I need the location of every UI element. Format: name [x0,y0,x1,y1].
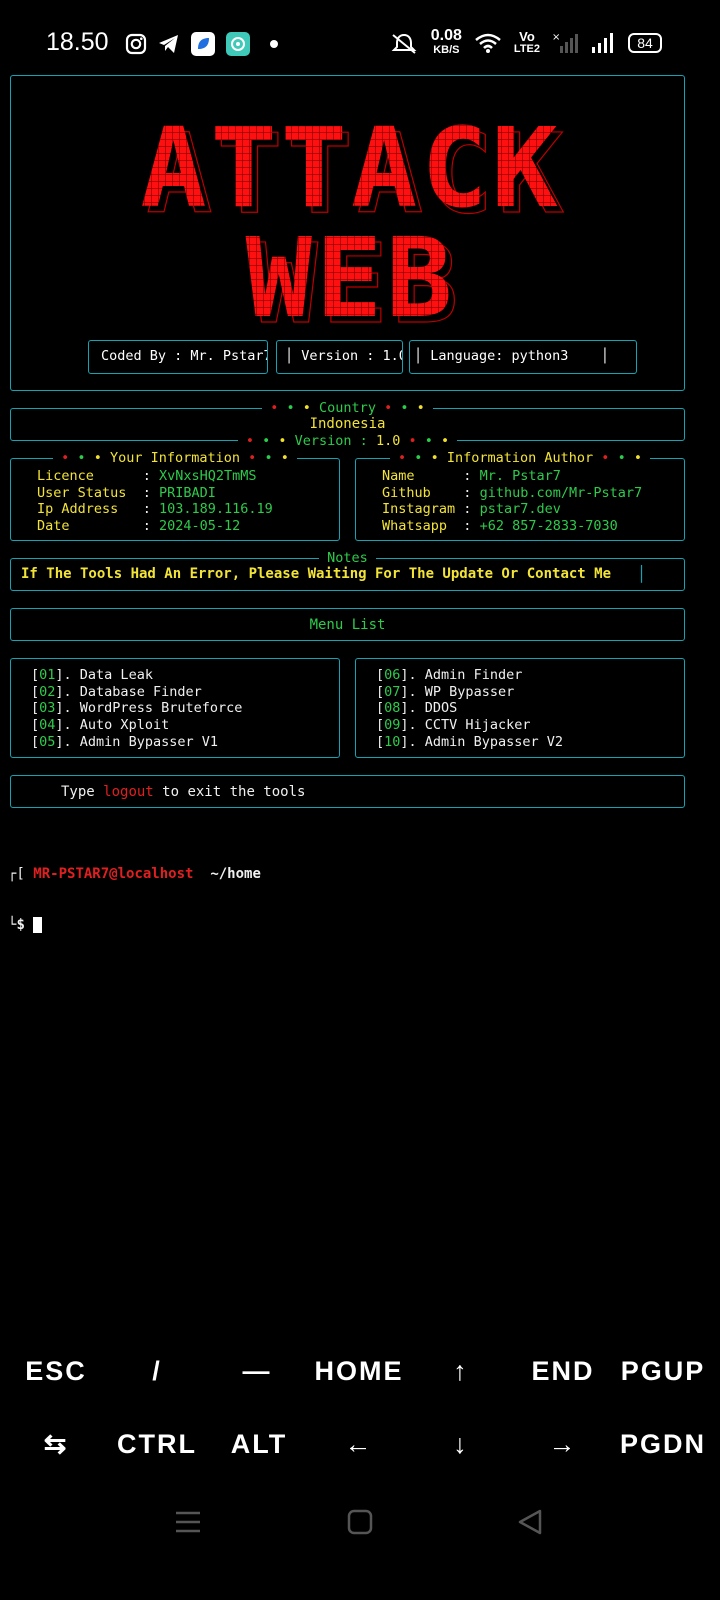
key-dash[interactable]: — [243,1356,272,1387]
key-esc[interactable]: ESC [25,1356,87,1387]
wifi-icon [475,33,501,53]
author-info-legend: Information Author [446,450,594,466]
mute-bell-icon [391,33,417,54]
logout-keyword: logout [103,784,154,800]
instagram-icon [125,33,147,55]
prompt-path: ~/home [210,866,261,882]
key-pgdn[interactable]: PGDN [620,1429,706,1460]
menu-item-wp-bypasser[interactable]: [07]. WP Bypasser [376,684,563,701]
menu-left-box: [01]. Data Leak [02]. Database Finder [0… [10,658,340,758]
network-speed: 0.08 KB/S [430,27,462,57]
volte-indicator: Vo LTE2 [513,28,540,55]
battery-indicator: 84 [628,32,662,53]
signal-sim2-icon [592,32,613,53]
attack-web-ascii-logo: ATTACK ATTACK ATTACK WEB WEB [140,104,564,336]
text-cursor [33,917,43,933]
status-time: 18.50 [46,28,109,56]
country-value: Indonesia [309,416,386,432]
key-down-arrow[interactable]: ↓ [453,1429,469,1460]
app-icon-teal [226,32,250,56]
home-icon[interactable] [346,1508,374,1536]
recent-apps-icon[interactable] [174,1508,202,1536]
app-icon-blue [191,32,215,56]
svg-text:WEB: WEB [246,214,457,336]
menu-title: Menu List [309,617,386,633]
author-info-rows: Name : Mr. Pstar7 Github : github.com/Mr… [382,468,642,535]
your-info-rows: Licence : XvNxsHQ2TmMS User Status : PRI… [37,468,273,535]
svg-text:ATTACK: ATTACK [140,104,561,232]
language-pill: │ Language: python3 │ [409,340,637,374]
coded-by-pill: Coded By : Mr. Pstar7 [88,340,268,374]
menu-item-admin-bypasser-v2[interactable]: [10]. Admin Bypasser V2 [376,734,563,751]
key-right-arrow[interactable]: → [549,1429,578,1460]
notes-text: If The Tools Had An Error, Please Waitin… [21,566,612,582]
logout-hint: Type logout to exit the tools [61,784,306,800]
notes-box: Notes If The Tools Had An Error, Please … [10,550,685,591]
menu-item-data-leak[interactable]: [01]. Data Leak [31,667,242,684]
menu-item-cctv-hijacker[interactable]: [09]. CCTV Hijacker [376,717,563,734]
version-pill: │ Version : 1.0 │ [276,340,403,374]
version-value: 1.0 [375,433,401,449]
key-home[interactable]: HOME [315,1356,404,1387]
country-legend: Country [319,400,376,416]
prompt-input-line[interactable]: └$ [8,917,261,934]
menu-item-auto-xploit[interactable]: [04]. Auto Xploit [31,717,242,734]
key-left-arrow[interactable]: ← [345,1429,374,1460]
menu-item-admin-finder[interactable]: [06]. Admin Finder [376,667,563,684]
info-row: Github : github.com/Mr-Pstar7 [382,484,643,501]
svg-text:×: × [552,32,560,43]
back-icon[interactable] [516,1508,544,1536]
signal-sim1-icon: × [552,32,578,53]
more-notifications-dot-icon [270,40,278,48]
info-row: User Status : PRIBADI [37,484,216,501]
country-box: • • • Country • • • Indonesia • • • Vers… [10,400,685,449]
prompt-user-host: MR-PSTAR7@localhost [33,866,194,882]
key-slash[interactable]: / [152,1356,162,1387]
notes-divider: │ [637,565,647,583]
info-row: Date : 2024-05-12 [37,518,241,535]
menu-title-box: Menu List [10,608,685,641]
key-end[interactable]: END [531,1356,594,1387]
logout-hint-box: Type logout to exit the tools [10,775,685,808]
info-row: Licence : XvNxsHQ2TmMS [37,468,257,484]
version-label: Version : [294,433,368,449]
author-info-box: • • • Information Author • • • Name : Mr… [355,450,685,541]
info-row: Name : Mr. Pstar7 [382,468,561,484]
telegram-icon [159,35,178,53]
shell-prompt: ┌[ MR-PSTAR7@localhost ~/home └$ [8,866,261,934]
key-pgup[interactable]: PGUP [621,1356,706,1387]
key-up-arrow[interactable]: ↑ [453,1356,469,1387]
menu-item-ddos[interactable]: [08]. DDOS [376,700,563,717]
info-row: Whatsapp : +62 857-2833-7030 [382,518,618,535]
menu-item-admin-bypasser-v1[interactable]: [05]. Admin Bypasser V1 [31,734,242,751]
your-info-legend: Your Information [109,450,241,466]
key-ctrl[interactable]: CTRL [117,1429,197,1460]
info-row: Instagram : pstar7.dev [382,501,561,518]
your-info-box: • • • Your Information • • • Licence : X… [10,450,340,541]
menu-item-database-finder[interactable]: [02]. Database Finder [31,684,242,701]
info-row: Ip Address : 103.189.116.19 [37,501,273,518]
menu-right-box: [06]. Admin Finder [07]. WP Bypasser [08… [355,658,685,758]
menu-item-wordpress-bruteforce[interactable]: [03]. WordPress Bruteforce [31,700,242,717]
key-tab[interactable]: ⇆ [44,1429,69,1460]
key-alt[interactable]: ALT [231,1429,287,1460]
notes-legend: Notes [319,550,376,566]
